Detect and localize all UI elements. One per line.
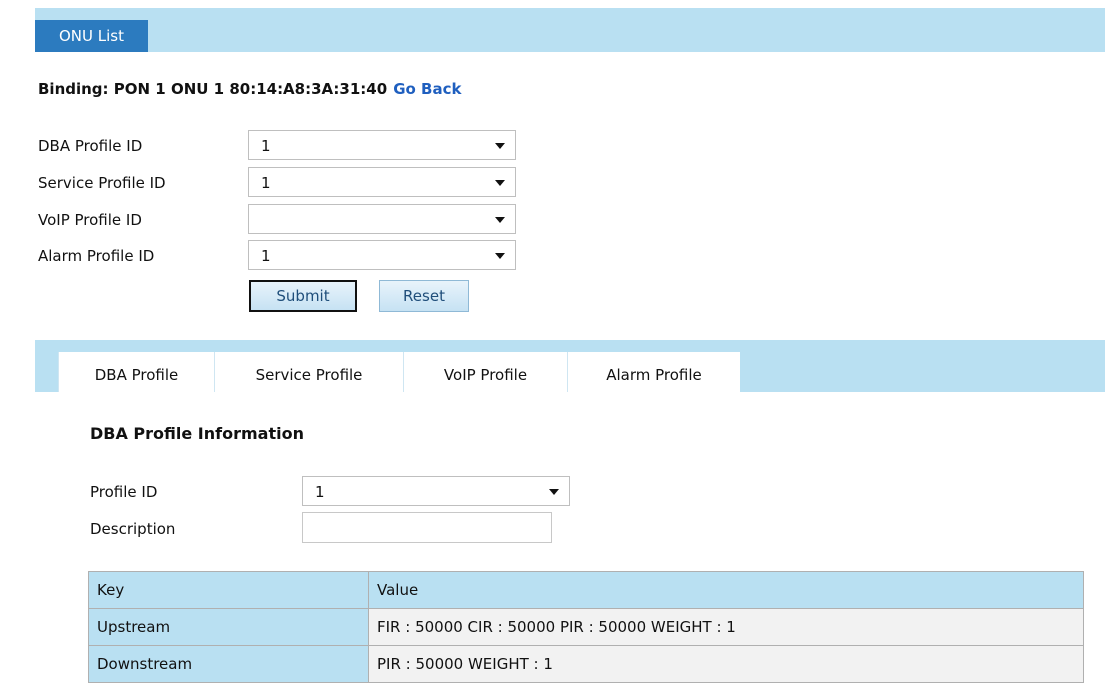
row-value: PIR : 50000 WEIGHT : 1	[368, 645, 1084, 683]
description-label: Description	[90, 520, 176, 538]
dba-info-table: Key Value Upstream FIR : 50000 CIR : 500…	[88, 571, 1084, 683]
chevron-down-icon	[549, 489, 559, 495]
binding-heading: Binding: PON 1 ONU 1 80:14:A8:3A:31:40 Go…	[38, 80, 461, 98]
reset-button[interactable]: Reset	[379, 280, 469, 312]
profile-id-value: 1	[315, 483, 325, 501]
tab-voip-profile[interactable]: VoIP Profile	[403, 352, 567, 392]
binding-text: Binding: PON 1 ONU 1 80:14:A8:3A:31:40	[38, 80, 388, 98]
alarm-profile-id-label: Alarm Profile ID	[38, 247, 155, 265]
row-key: Upstream	[88, 608, 369, 646]
description-input[interactable]	[302, 512, 552, 543]
service-profile-id-select[interactable]: 1	[248, 167, 516, 197]
tab-service-profile[interactable]: Service Profile	[214, 352, 403, 392]
submit-button[interactable]: Submit	[249, 280, 357, 312]
header-value: Value	[368, 571, 1084, 609]
alarm-profile-id-value: 1	[261, 247, 271, 265]
top-bar: ONU List	[35, 8, 1105, 52]
dba-profile-id-select[interactable]: 1	[248, 130, 516, 160]
dba-profile-id-label: DBA Profile ID	[38, 137, 143, 155]
voip-profile-id-label: VoIP Profile ID	[38, 211, 142, 229]
row-value: FIR : 50000 CIR : 50000 PIR : 50000 WEIG…	[368, 608, 1084, 646]
profile-tabs-bar: DBA Profile Service Profile VoIP Profile…	[35, 340, 1105, 392]
profile-id-select[interactable]: 1	[302, 476, 570, 506]
service-profile-id-value: 1	[261, 174, 271, 192]
tab-alarm-profile[interactable]: Alarm Profile	[567, 352, 740, 392]
chevron-down-icon	[495, 253, 505, 259]
table-row: Downstream PIR : 50000 WEIGHT : 1	[88, 645, 1084, 683]
voip-profile-id-select[interactable]	[248, 204, 516, 234]
alarm-profile-id-select[interactable]: 1	[248, 240, 516, 270]
chevron-down-icon	[495, 180, 505, 186]
chevron-down-icon	[495, 143, 505, 149]
table-row: Upstream FIR : 50000 CIR : 50000 PIR : 5…	[88, 608, 1084, 646]
header-key: Key	[88, 571, 369, 609]
tab-onu-list[interactable]: ONU List	[35, 20, 148, 52]
table-header-row: Key Value	[88, 571, 1084, 609]
chevron-down-icon	[495, 217, 505, 223]
row-key: Downstream	[88, 645, 369, 683]
dba-profile-id-value: 1	[261, 137, 271, 155]
tab-dba-profile[interactable]: DBA Profile	[58, 352, 214, 392]
dba-profile-info-title: DBA Profile Information	[90, 424, 304, 443]
service-profile-id-label: Service Profile ID	[38, 174, 166, 192]
profile-id-label: Profile ID	[90, 483, 158, 501]
go-back-link[interactable]: Go Back	[393, 80, 461, 98]
